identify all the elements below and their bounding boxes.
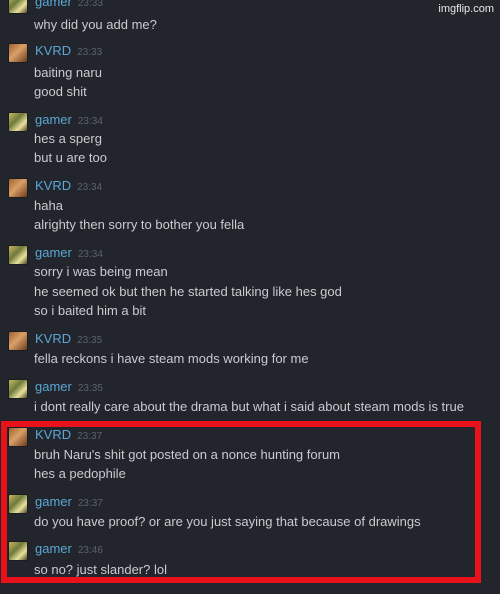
user-avatar[interactable] bbox=[8, 245, 28, 265]
username-text[interactable]: gamer bbox=[35, 541, 72, 556]
message-text: why did you add me? bbox=[34, 17, 157, 32]
message-text: so no? just slander? lol bbox=[34, 562, 167, 577]
username-text[interactable]: gamer bbox=[35, 494, 72, 509]
username[interactable]: gamer 23:35 bbox=[35, 379, 103, 397]
user-avatar[interactable] bbox=[8, 112, 28, 132]
message-text: sorry i was being mean bbox=[34, 264, 168, 279]
timestamp: 23:35 bbox=[77, 383, 103, 394]
message-text: but u are too bbox=[34, 150, 107, 165]
message-text: haha bbox=[34, 198, 63, 213]
username-text[interactable]: KVRD bbox=[35, 178, 71, 193]
message-text: fella reckons i have steam mods working … bbox=[34, 351, 309, 366]
username-text[interactable]: KVRD bbox=[35, 427, 71, 442]
message-text: alrighty then sorry to bother you fella bbox=[34, 217, 245, 232]
user-avatar[interactable] bbox=[8, 0, 28, 14]
watermark: imgflip.com bbox=[438, 3, 494, 15]
message-text: good shit bbox=[34, 84, 87, 99]
message-text: so i baited him a bit bbox=[34, 303, 147, 318]
timestamp: 23:46 bbox=[77, 545, 103, 556]
timestamp: 23:33 bbox=[77, 47, 103, 58]
user-avatar[interactable] bbox=[8, 178, 28, 198]
user-avatar[interactable] bbox=[8, 541, 28, 561]
chat-log: gamer 23:33 why did you add me? KVRD 23:33… bbox=[0, 0, 500, 594]
message-text: baiting naru bbox=[34, 65, 102, 80]
username[interactable]: KVRD 23:37 bbox=[35, 427, 102, 445]
username-text[interactable]: gamer bbox=[35, 245, 72, 260]
timestamp: 23:34 bbox=[77, 182, 103, 193]
timestamp: 23:37 bbox=[77, 431, 103, 442]
timestamp: 23:35 bbox=[77, 335, 103, 346]
timestamp: 23:37 bbox=[77, 498, 103, 509]
username[interactable]: KVRD 23:35 bbox=[35, 331, 102, 349]
message-text: do you have proof? or are you just sayin… bbox=[34, 514, 421, 529]
username[interactable]: gamer 23:37 bbox=[35, 494, 103, 512]
user-avatar[interactable] bbox=[8, 379, 28, 399]
user-avatar[interactable] bbox=[8, 43, 28, 63]
user-avatar[interactable] bbox=[8, 427, 28, 447]
username[interactable]: KVRD 23:34 bbox=[35, 178, 102, 196]
username[interactable]: gamer 23:33 bbox=[35, 0, 103, 12]
username-text[interactable]: KVRD bbox=[35, 43, 71, 58]
username[interactable]: gamer 23:34 bbox=[35, 112, 103, 130]
username[interactable]: gamer 23:46 bbox=[35, 541, 103, 559]
message-text: i dont really care about the drama but w… bbox=[34, 399, 464, 414]
timestamp: 23:34 bbox=[77, 249, 103, 260]
username-text[interactable]: gamer bbox=[35, 379, 72, 394]
username-text[interactable]: gamer bbox=[35, 112, 72, 127]
message-text: he seemed ok but then he started talking… bbox=[34, 284, 342, 299]
message-text: hes a sperg bbox=[34, 131, 102, 146]
username-text[interactable]: gamer bbox=[35, 0, 72, 9]
timestamp: 23:33 bbox=[77, 0, 103, 9]
username[interactable]: KVRD 23:33 bbox=[35, 43, 102, 61]
username[interactable]: gamer 23:34 bbox=[35, 245, 103, 263]
message-text: bruh Naru's shit got posted on a nonce h… bbox=[34, 447, 341, 462]
username-text[interactable]: KVRD bbox=[35, 331, 71, 346]
user-avatar[interactable] bbox=[8, 494, 28, 514]
user-avatar[interactable] bbox=[8, 331, 28, 351]
message-text: hes a pedophile bbox=[34, 466, 126, 481]
timestamp: 23:34 bbox=[77, 116, 103, 127]
